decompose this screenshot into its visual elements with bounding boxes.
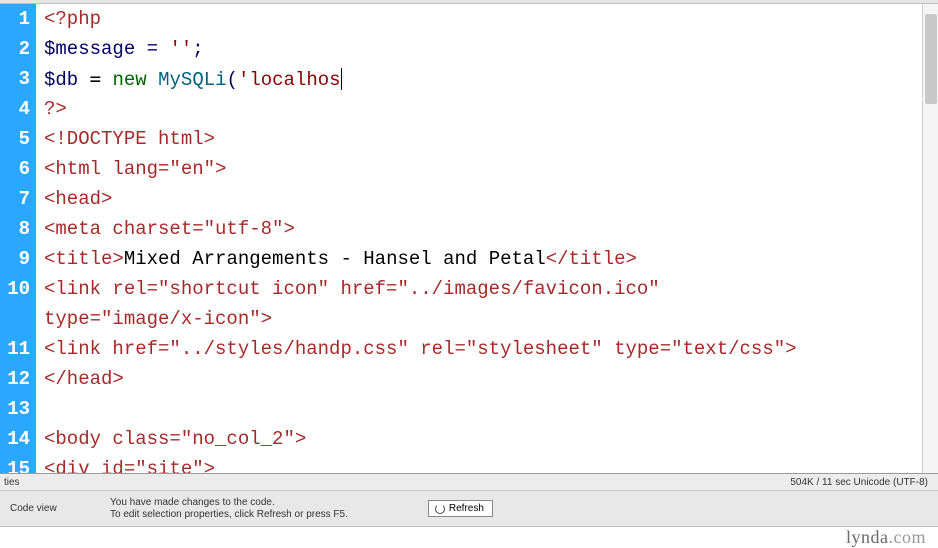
line-number: 12 bbox=[0, 364, 36, 394]
line-number: 11 bbox=[0, 334, 36, 364]
line-number-gutter: 123456789101112131415 bbox=[0, 4, 36, 473]
code-editor[interactable]: 123456789101112131415 <?php$message = ''… bbox=[0, 4, 938, 473]
code-line[interactable]: <title>Mixed Arrangements - Hansel and P… bbox=[44, 244, 938, 274]
code-line[interactable]: <?php bbox=[44, 4, 938, 34]
code-line[interactable]: <body class="no_col_2"> bbox=[44, 424, 938, 454]
code-line[interactable]: </head> bbox=[44, 364, 938, 394]
code-line[interactable]: <meta charset="utf-8"> bbox=[44, 214, 938, 244]
code-line[interactable]: <link href="../styles/handp.css" rel="st… bbox=[44, 334, 938, 364]
code-line[interactable]: <head> bbox=[44, 184, 938, 214]
line-number: 5 bbox=[0, 124, 36, 154]
line-number: 10 bbox=[0, 274, 36, 304]
code-line[interactable]: $db = new MySQLi('localhos bbox=[44, 64, 938, 94]
panel-tab-label: ties bbox=[4, 477, 20, 488]
file-info-status: 504K / 11 sec Unicode (UTF-8) bbox=[790, 477, 928, 488]
code-line[interactable]: ?> bbox=[44, 94, 938, 124]
vertical-scrollbar[interactable] bbox=[922, 4, 938, 473]
brand-text-2: .com bbox=[889, 527, 927, 547]
footer: lynda.com bbox=[0, 527, 938, 548]
line-number: 1 bbox=[0, 4, 36, 34]
line-number: 6 bbox=[0, 154, 36, 184]
properties-panel: Code view You have made changes to the c… bbox=[0, 491, 938, 527]
status-message-line1: You have made changes to the code. bbox=[110, 497, 348, 509]
line-number: 9 bbox=[0, 244, 36, 274]
code-content[interactable]: <?php$message = '';$db = new MySQLi('loc… bbox=[36, 4, 938, 473]
code-line[interactable]: <!DOCTYPE html> bbox=[44, 124, 938, 154]
code-line[interactable]: <div id="site"> bbox=[44, 454, 938, 473]
refresh-button-label: Refresh bbox=[449, 503, 484, 514]
status-message: You have made changes to the code. To ed… bbox=[110, 497, 348, 521]
code-line[interactable] bbox=[44, 394, 938, 424]
code-line[interactable]: $message = ''; bbox=[44, 34, 938, 64]
scroll-thumb[interactable] bbox=[925, 14, 937, 104]
refresh-button[interactable]: Refresh bbox=[428, 500, 493, 517]
view-mode-label: Code view bbox=[10, 503, 110, 514]
brand-text-1: lynda bbox=[846, 527, 889, 547]
line-number: 8 bbox=[0, 214, 36, 244]
code-line[interactable]: type="image/x-icon"> bbox=[44, 304, 938, 334]
line-number: 4 bbox=[0, 94, 36, 124]
line-number: 2 bbox=[0, 34, 36, 64]
properties-panel-header[interactable]: ties 504K / 11 sec Unicode (UTF-8) bbox=[0, 473, 938, 491]
refresh-icon bbox=[435, 504, 445, 514]
line-number: 3 bbox=[0, 64, 36, 94]
line-number bbox=[0, 304, 36, 334]
code-line[interactable]: <html lang="en"> bbox=[44, 154, 938, 184]
brand-logo: lynda.com bbox=[846, 527, 926, 548]
line-number: 13 bbox=[0, 394, 36, 424]
line-number: 14 bbox=[0, 424, 36, 454]
status-message-line2: To edit selection properties, click Refr… bbox=[110, 509, 348, 521]
code-line[interactable]: <link rel="shortcut icon" href="../image… bbox=[44, 274, 938, 304]
line-number: 7 bbox=[0, 184, 36, 214]
